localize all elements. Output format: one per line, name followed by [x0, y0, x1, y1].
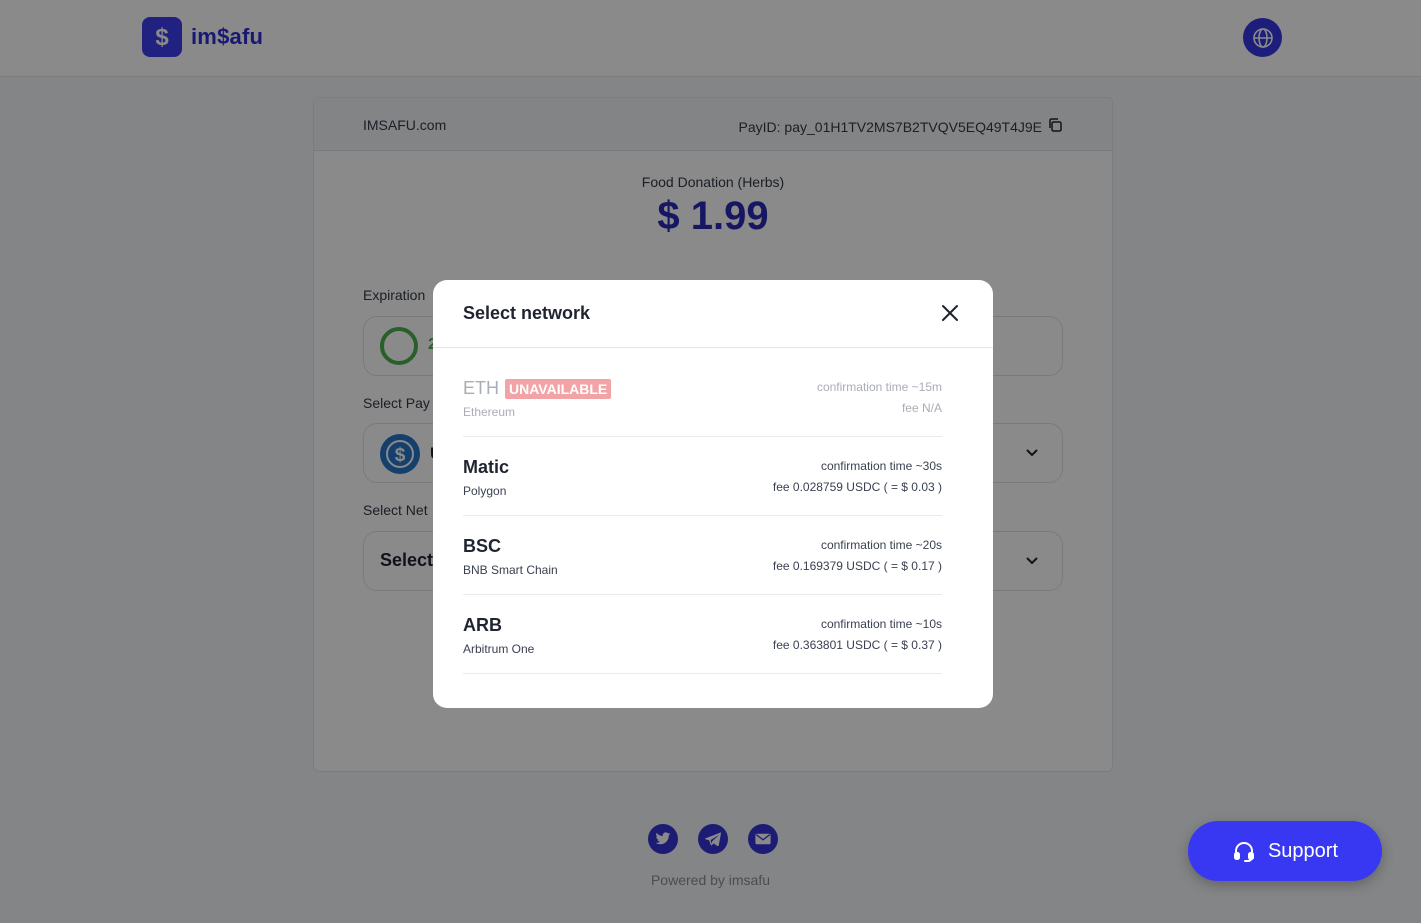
modal-title: Select network [463, 303, 591, 323]
select-network-modal: Select network ETH UNAVAILABLE Ethereum … [433, 280, 993, 708]
modal-divider [433, 347, 993, 348]
network-code: ARB [463, 615, 502, 635]
network-name: Ethereum [463, 405, 516, 419]
network-option-bsc[interactable]: BSC BNB Smart Chain confirmation time ~2… [463, 516, 942, 595]
network-fee: fee N/A [901, 401, 942, 415]
network-option-eth: ETH UNAVAILABLE Ethereum confirmation ti… [463, 358, 942, 437]
network-option-matic[interactable]: Matic Polygon confirmation time ~30s fee… [463, 437, 942, 516]
network-fee: fee 0.363801 USDC ( = $ 0.37 ) [772, 638, 942, 652]
close-button[interactable] [938, 301, 962, 325]
network-fee: fee 0.028759 USDC ( = $ 0.03 ) [772, 480, 942, 494]
close-icon [942, 305, 958, 321]
network-name: Arbitrum One [463, 642, 535, 656]
network-name: Polygon [463, 484, 507, 498]
network-list: ETH UNAVAILABLE Ethereum confirmation ti… [463, 358, 942, 674]
network-code: Matic [463, 457, 510, 477]
confirmation-time: confirmation time ~20s [820, 538, 942, 552]
support-button[interactable]: Support [1188, 821, 1382, 881]
support-label: Support [1267, 839, 1339, 862]
network-fee: fee 0.169379 USDC ( = $ 0.17 ) [772, 559, 942, 573]
headset-icon [1232, 839, 1256, 863]
confirmation-time: confirmation time ~30s [820, 459, 942, 473]
confirmation-time: confirmation time ~10s [820, 617, 942, 631]
network-code: ETH [463, 378, 499, 398]
network-code: BSC [463, 536, 502, 556]
network-option-arb[interactable]: ARB Arbitrum One confirmation time ~10s … [463, 595, 942, 674]
unavailable-badge: UNAVAILABLE [505, 378, 612, 399]
network-name: BNB Smart Chain [463, 563, 558, 577]
confirmation-time: confirmation time ~15m [816, 380, 942, 394]
